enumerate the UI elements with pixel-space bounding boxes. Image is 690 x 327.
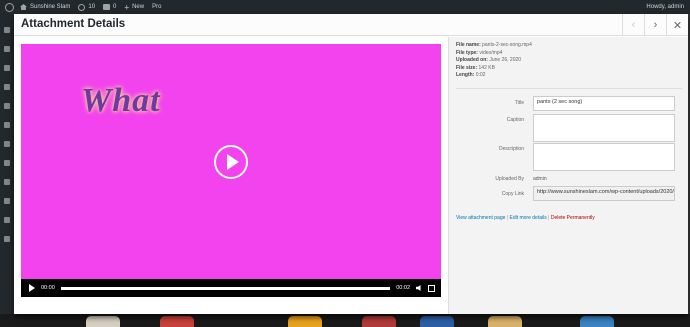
divider (456, 88, 682, 89)
file-size-row: File size: 142 KB (456, 65, 532, 73)
file-type-row: File type: video/mp4 (456, 50, 532, 58)
separator: | (506, 215, 509, 221)
new-label: New (132, 4, 145, 10)
updates-link[interactable]: 10 (78, 3, 96, 11)
appearance-icon[interactable] (4, 122, 10, 128)
length-value: 0:02 (475, 72, 486, 78)
attachment-details-modal: Attachment Details ‹ › ✕ What 00:00 00:0… (14, 14, 688, 314)
media-preview-area: What 00:00 00:02 (14, 37, 448, 314)
admin-bar: Sunshine Slam 10 0 + New Pro Howdy, admi… (0, 0, 690, 14)
description-label: Description (498, 146, 524, 152)
comments-menu-icon[interactable] (4, 103, 10, 109)
delete-permanently-link[interactable]: Delete Permanently (551, 215, 595, 221)
updates-count: 10 (88, 4, 96, 10)
modal-header: Attachment Details ‹ › ✕ (14, 14, 688, 36)
media-icon[interactable] (4, 65, 10, 71)
media-thumbnail[interactable] (488, 316, 522, 327)
video-player[interactable]: What (21, 44, 441, 279)
chevron-left-icon: ‹ (631, 19, 636, 31)
volume-icon[interactable] (416, 285, 421, 291)
plus-icon: + (124, 2, 130, 12)
caption-textarea[interactable] (533, 114, 675, 142)
pro-link[interactable]: Pro (152, 4, 161, 10)
pro-label: Pro (152, 4, 162, 10)
settings-icon[interactable] (4, 198, 10, 204)
comments-link[interactable]: 0 (103, 4, 116, 10)
media-thumbnail[interactable] (288, 316, 322, 327)
video-controls: 00:00 00:02 (21, 279, 441, 297)
file-details: File name: pants-2-sec-song.mp4 File typ… (456, 42, 532, 80)
media-thumbnail[interactable] (160, 316, 194, 327)
account-menu[interactable]: Howdy, admin (646, 4, 684, 10)
media-thumbnail[interactable] (362, 316, 396, 327)
media-thumbnail[interactable] (580, 316, 614, 327)
edit-details-link[interactable]: Edit more details (509, 215, 546, 221)
next-button[interactable]: › (644, 14, 666, 36)
description-textarea[interactable] (533, 143, 675, 171)
length-row: Length: 0:02 (456, 72, 532, 80)
media-thumbnail[interactable] (86, 316, 120, 327)
caption-label: Caption (506, 117, 524, 123)
progress-slider[interactable] (60, 286, 391, 290)
play-icon[interactable] (29, 284, 35, 292)
uploaded-by-label: Uploaded By (495, 176, 524, 182)
uploaded-by-value: admin (533, 176, 547, 182)
fullscreen-icon[interactable] (428, 284, 435, 292)
plugins-icon[interactable] (4, 141, 10, 147)
site-name-label: Sunshine Slam (30, 4, 71, 10)
title-label: Title (514, 100, 524, 106)
new-content-link[interactable]: + New (124, 3, 144, 12)
current-time: 00:00 (41, 285, 55, 291)
seo-icon[interactable] (4, 217, 10, 223)
separator: | (548, 215, 550, 221)
site-name-link[interactable]: Sunshine Slam (20, 4, 70, 10)
previous-button[interactable]: ‹ (622, 14, 644, 36)
title-input[interactable]: pants (2 sec song) (533, 96, 675, 111)
dashboard-icon[interactable] (4, 27, 10, 33)
tools-icon[interactable] (4, 179, 10, 185)
chevron-right-icon: › (653, 19, 658, 31)
uploaded-on-value: June 26, 2020 (489, 57, 522, 63)
file-name-row: File name: pants-2-sec-song.mp4 (456, 42, 532, 50)
file-size-value: 142 KB (478, 64, 495, 71)
file-name-label: File name: (456, 42, 481, 48)
file-type-value: video/mp4 (479, 49, 503, 56)
video-frame-text: What (81, 82, 161, 119)
pages-icon[interactable] (4, 84, 10, 90)
modal-title: Attachment Details (21, 18, 126, 30)
wordpress-logo-icon[interactable] (5, 2, 14, 12)
file-name-value: pants-2-sec-song.mp4 (482, 42, 532, 48)
admin-sidemenu (0, 14, 14, 327)
updates-icon (78, 3, 86, 11)
file-type-label: File type: (456, 49, 478, 56)
users-icon[interactable] (4, 160, 10, 166)
file-size-label: File size: (456, 64, 478, 71)
close-icon: ✕ (672, 19, 683, 32)
big-play-icon[interactable] (214, 145, 248, 179)
posts-icon[interactable] (4, 46, 10, 52)
media-thumbnail[interactable] (420, 316, 454, 327)
home-icon (20, 4, 27, 10)
uploaded-on-label: Uploaded on: (456, 57, 488, 63)
close-button[interactable]: ✕ (666, 14, 688, 36)
view-attachment-link[interactable]: View attachment page (456, 215, 505, 221)
length-label: Length: (456, 72, 475, 78)
copy-link-label: Copy Link (501, 191, 524, 197)
uploaded-on-row: Uploaded on: June 26, 2020 (456, 57, 532, 65)
duration-time: 00:02 (396, 285, 410, 291)
comments-icon (103, 4, 111, 10)
attachment-info-sidebar: File name: pants-2-sec-song.mp4 File typ… (448, 37, 688, 314)
copy-link-input[interactable]: http://www.sunshineslam.com/wp-content/u… (533, 186, 675, 201)
collapse-icon[interactable] (4, 236, 10, 242)
comments-count: 0 (113, 4, 117, 10)
attachment-actions: View attachment page | Edit more details… (456, 215, 595, 221)
